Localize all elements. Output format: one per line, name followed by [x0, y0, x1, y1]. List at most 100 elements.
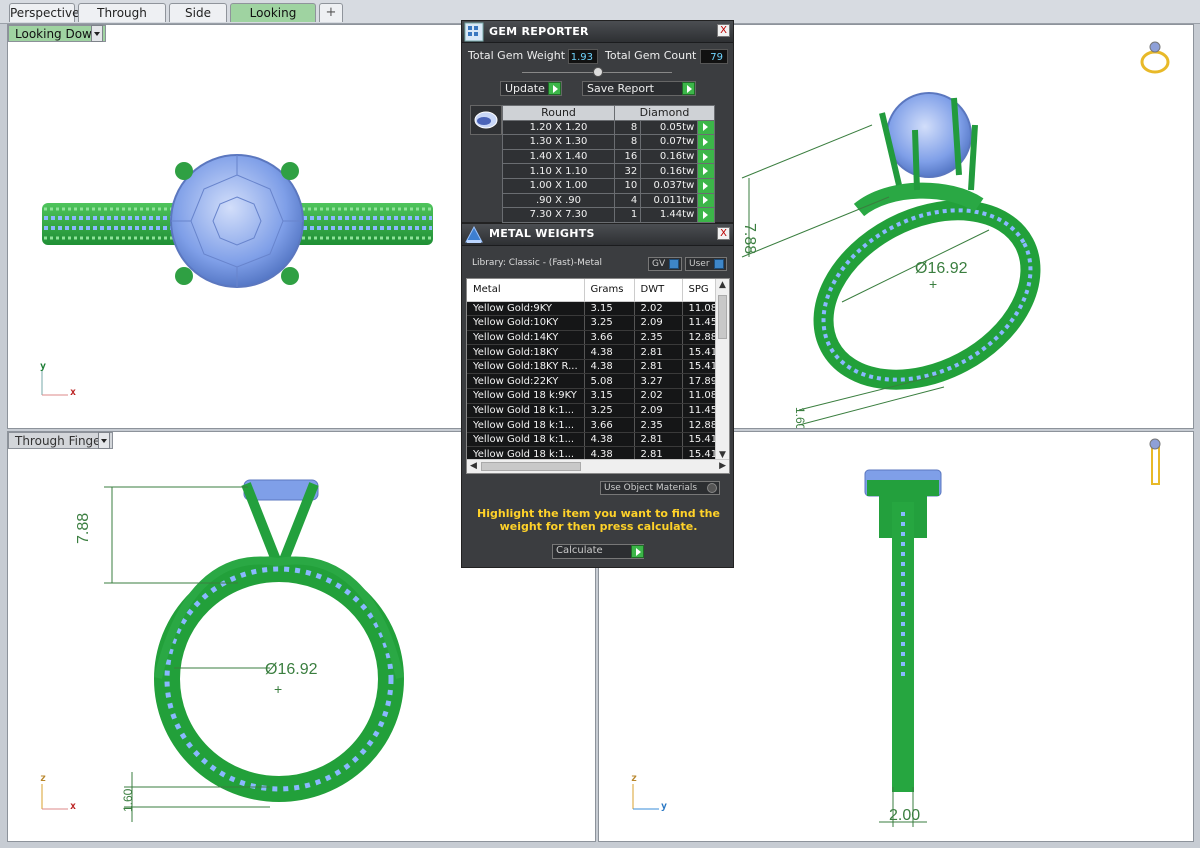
dim-width-label: 2.00: [889, 807, 920, 824]
gem-row[interactable]: 7.30 X 7.30 1 1.44tw: [502, 207, 715, 223]
play-arrow-icon: [703, 210, 709, 219]
metal-grams: 3.66: [584, 330, 635, 346]
close-icon[interactable]: X: [717, 227, 730, 240]
tab-through-finger[interactable]: Through Finger: [78, 3, 166, 38]
gem-size-table: Round Diamond 1.20 X 1.20 8 0.05tw 1.30 X 1…: [502, 105, 715, 223]
gem-reporter-icon: [464, 22, 484, 42]
select-gem-go-icon[interactable]: [697, 207, 715, 223]
metal-dwt: 2.02: [634, 388, 683, 404]
axis-label-horizontal: x: [70, 801, 77, 812]
update-go-icon[interactable]: [548, 82, 561, 95]
axis-label-vertical: z: [631, 773, 638, 784]
metal-weights-panel[interactable]: METAL WEIGHTS X Library: Classic - (Fast…: [461, 223, 734, 568]
scroll-right-icon[interactable]: ▶: [719, 461, 726, 471]
table-row[interactable]: Yellow Gold:22KY 5.08 3.27 17.89: [467, 373, 723, 390]
metal-dwt: 2.35: [634, 417, 683, 433]
dim-band-label: 1.60: [793, 407, 807, 429]
scroll-up-icon[interactable]: ▲: [719, 280, 726, 290]
table-row[interactable]: Yellow Gold:18KY 4.38 2.81 15.41: [467, 344, 723, 360]
metal-dwt: 2.81: [634, 344, 683, 360]
gem-size: 1.30 X 1.30: [502, 134, 615, 150]
table-row[interactable]: Yellow Gold:14KY 3.66 2.35 12.88: [467, 330, 723, 346]
toggle-icon: [707, 483, 717, 493]
col-header-dwt[interactable]: DWT: [634, 279, 683, 302]
gem-count: 4: [613, 192, 642, 209]
save-report-label: Save Report: [587, 82, 654, 95]
gem-size: 1.40 X 1.40: [502, 148, 615, 165]
gem-row[interactable]: 1.10 X 1.10 32 0.16tw: [502, 163, 715, 179]
total-gem-count-label: Total Gem Count: [605, 49, 697, 62]
metal-dwt: 2.09: [634, 315, 683, 331]
gem-size: 1.00 X 1.00: [502, 177, 615, 194]
calculate-go-icon[interactable]: [631, 545, 644, 558]
axis-label-horizontal: y: [661, 801, 668, 812]
round-shape-thumbnail[interactable]: [470, 105, 502, 135]
table-row[interactable]: Yellow Gold 18 k:1... 4.38 2.81 15.41: [467, 432, 723, 448]
gem-row[interactable]: .90 X .90 4 0.011tw: [502, 192, 715, 209]
gem-size: 1.20 X 1.20: [502, 119, 615, 136]
select-gem-go-icon[interactable]: [697, 192, 715, 209]
horizontal-scrollbar[interactable]: ◀ ▶: [467, 459, 729, 473]
tab-side-view[interactable]: Side View: [169, 3, 227, 38]
gem-weight: 0.037tw: [640, 177, 699, 194]
select-gem-go-icon[interactable]: [697, 163, 715, 179]
vertical-scrollbar[interactable]: ▲ ▼: [715, 279, 729, 461]
gem-row[interactable]: 1.40 X 1.40 16 0.16tw: [502, 148, 715, 165]
select-gem-go-icon[interactable]: [697, 134, 715, 150]
gem-count: 32: [613, 163, 642, 179]
gem-weight: 0.16tw: [640, 163, 699, 179]
table-row[interactable]: Yellow Gold 18 k:1... 3.25 2.09 11.45: [467, 403, 723, 419]
metal-dwt: 2.81: [634, 359, 683, 375]
user-toggle[interactable]: User: [685, 257, 727, 271]
axis-label-vertical: y: [40, 361, 47, 372]
col-header-grams[interactable]: Grams: [584, 279, 635, 302]
gem-row[interactable]: 1.30 X 1.30 8 0.07tw: [502, 134, 715, 150]
metal-weights-table: Metal Grams DWT SPG Yellow Gold:9KY 3.15 2…: [467, 279, 723, 463]
use-object-materials-button[interactable]: Use Object Materials: [600, 481, 720, 495]
metal-name: Yellow Gold:14KY: [467, 330, 585, 346]
save-report-go-icon[interactable]: [682, 82, 695, 95]
gem-row[interactable]: 1.20 X 1.20 8 0.05tw: [502, 119, 715, 136]
metal-name: Yellow Gold 18 k:1...: [467, 403, 585, 419]
select-gem-go-icon[interactable]: [697, 177, 715, 194]
gem-reporter-titlebar[interactable]: GEM REPORTER X: [462, 21, 733, 43]
metal-weights-titlebar[interactable]: METAL WEIGHTS X: [462, 224, 733, 246]
select-gem-go-icon[interactable]: [697, 119, 715, 136]
gv-label: GV: [652, 259, 666, 269]
col-header-metal[interactable]: Metal: [467, 279, 585, 302]
splitter-handle[interactable]: [593, 67, 603, 77]
panel-title: METAL WEIGHTS: [489, 227, 595, 240]
gv-toggle[interactable]: GV: [648, 257, 682, 271]
user-indicator: [714, 259, 724, 269]
play-arrow-icon: [703, 181, 709, 190]
add-tab-button[interactable]: +: [319, 3, 343, 22]
scroll-thumb[interactable]: [481, 462, 581, 471]
table-row[interactable]: Yellow Gold:10KY 3.25 2.09 11.45: [467, 315, 723, 331]
metal-list[interactable]: Metal Grams DWT SPG Yellow Gold:9KY 3.15 2…: [466, 278, 730, 474]
tab-perspective[interactable]: Perspective: [9, 3, 80, 22]
total-gem-weight-value: 1.93: [568, 49, 598, 64]
save-report-button[interactable]: Save Report: [582, 81, 696, 96]
metal-dwt: 2.09: [634, 403, 683, 419]
axis-label-horizontal: x: [70, 387, 77, 398]
metal-grams: 3.66: [584, 417, 635, 433]
table-row[interactable]: Yellow Gold:9KY 3.15 2.02 11.08: [467, 301, 723, 317]
tab-looking-down[interactable]: Looking Down: [230, 3, 316, 38]
scroll-left-icon[interactable]: ◀: [470, 461, 477, 471]
dim-diameter-label: Ø16.92: [265, 661, 318, 678]
gem-reporter-panel[interactable]: GEM REPORTER X Total Gem Weight 1.93 Tot…: [461, 20, 734, 223]
scroll-thumb[interactable]: [718, 295, 727, 339]
gem-count: 8: [613, 134, 642, 150]
metal-name: Yellow Gold 18 k:1...: [467, 432, 585, 448]
gem-row[interactable]: 1.00 X 1.00 10 0.037tw: [502, 177, 715, 194]
table-row[interactable]: Yellow Gold 18 k:1... 3.66 2.35 12.88: [467, 417, 723, 433]
close-icon[interactable]: X: [717, 24, 730, 37]
select-gem-go-icon[interactable]: [697, 148, 715, 165]
calculate-label: Calculate: [556, 545, 603, 556]
table-row[interactable]: Yellow Gold:18KY R... 4.38 2.81 15.41: [467, 359, 723, 375]
dim-height-label: 7.88: [741, 223, 758, 254]
metal-name: Yellow Gold:10KY: [467, 315, 585, 331]
table-row[interactable]: Yellow Gold 18 k:9KY 3.15 2.02 11.08: [467, 388, 723, 404]
library-label: Library: Classic - (Fast)-Metal: [472, 258, 603, 268]
gem-size: 7.30 X 7.30: [502, 207, 615, 223]
